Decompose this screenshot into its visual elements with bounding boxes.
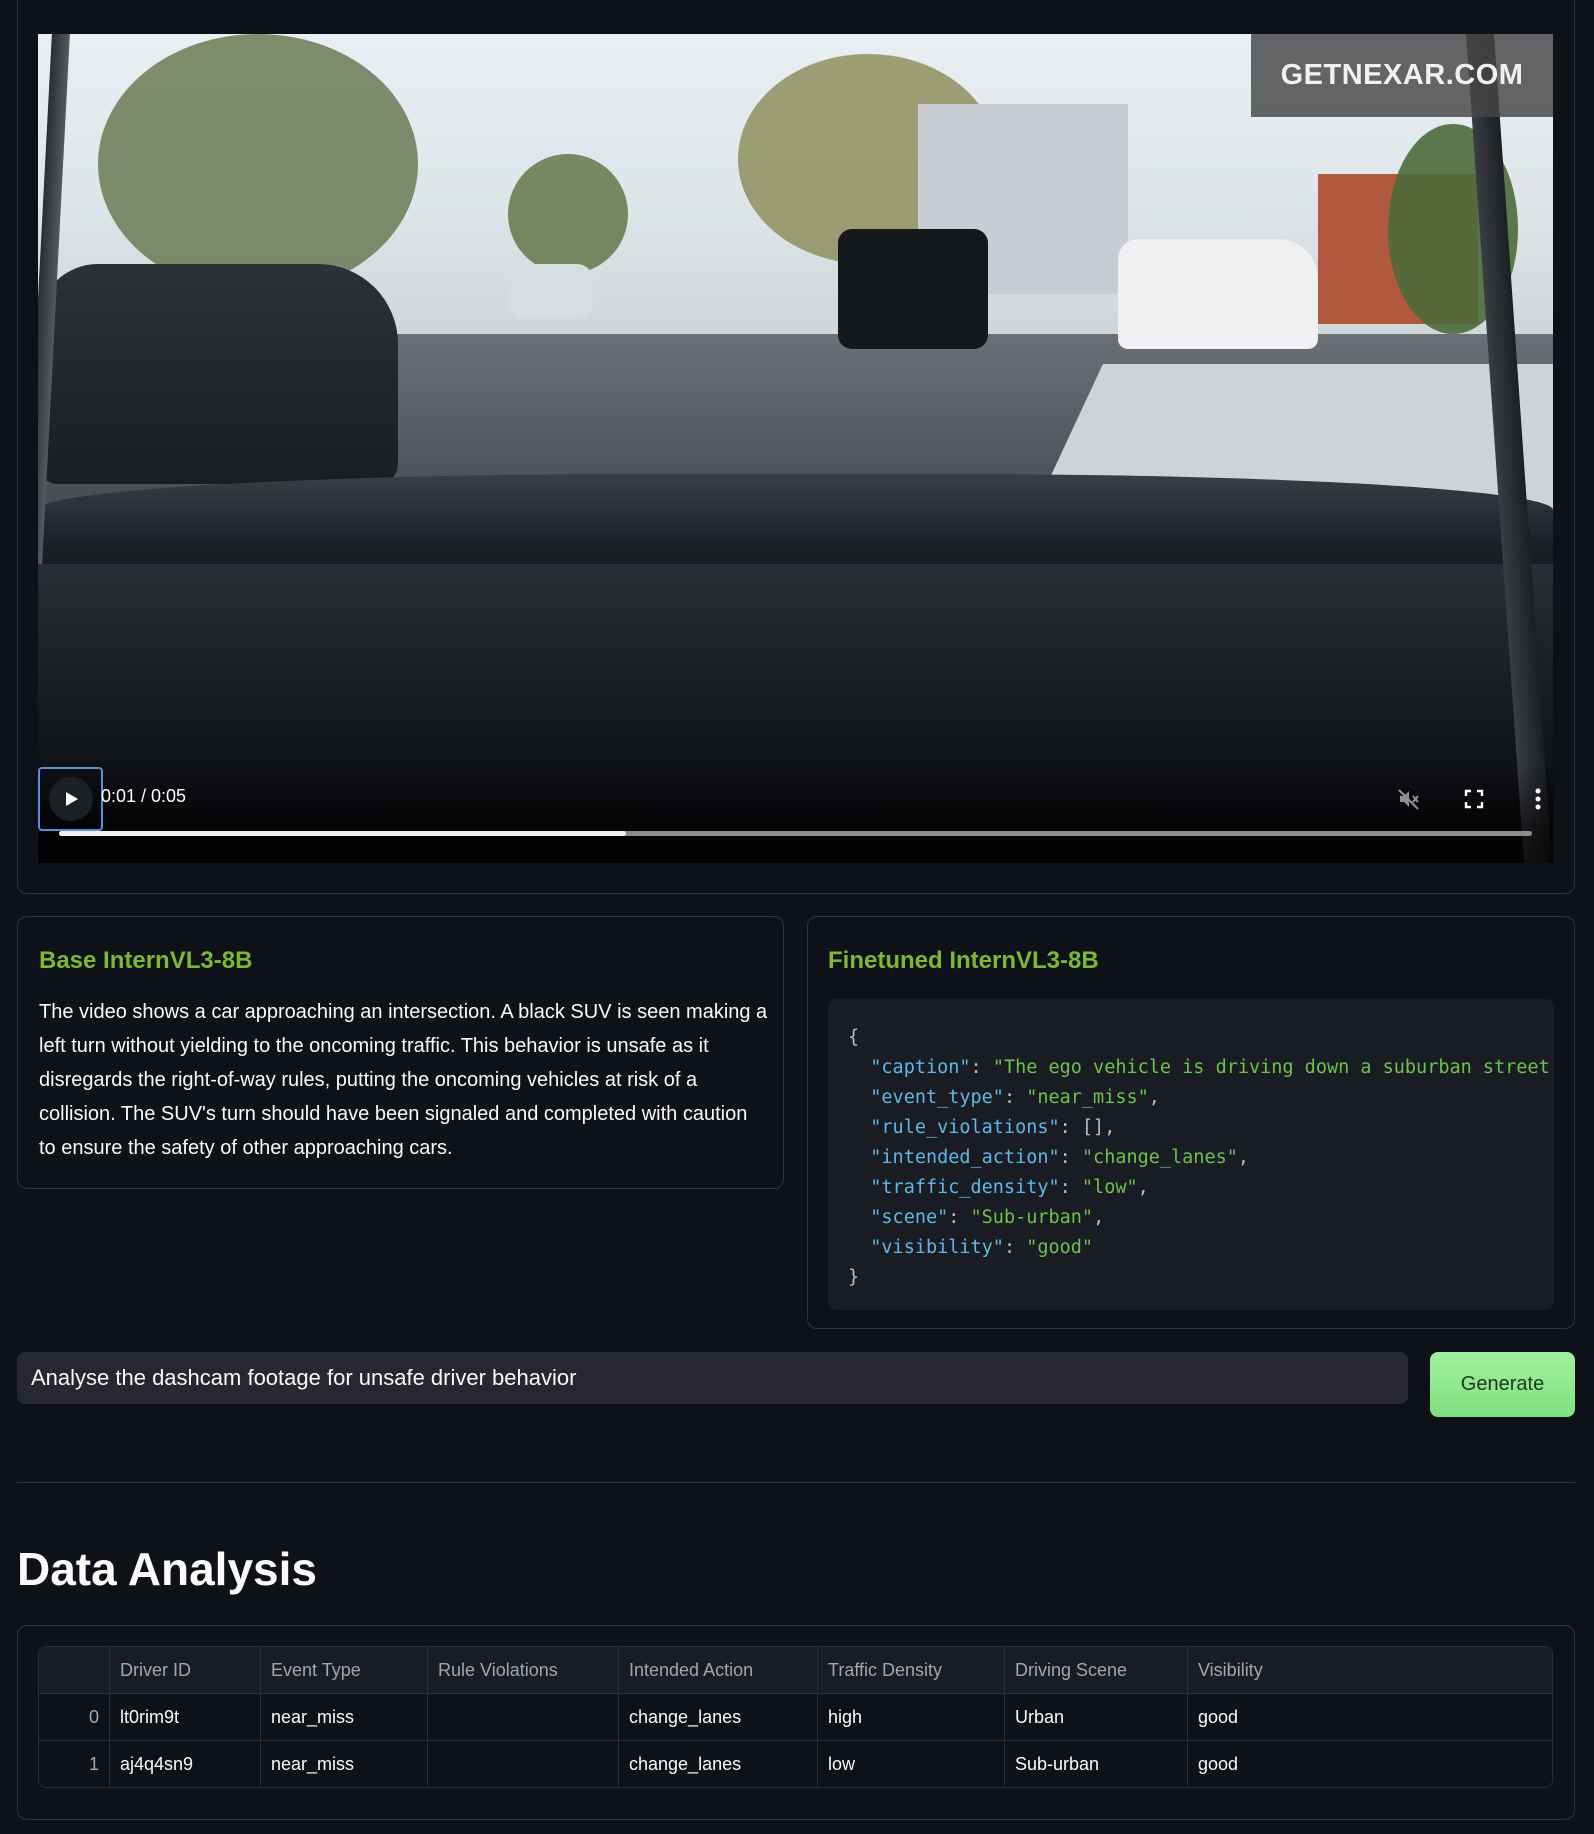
- fullscreen-icon: [1464, 789, 1484, 809]
- cell-visibility[interactable]: good: [1187, 1693, 1552, 1741]
- column-header-rule-violations[interactable]: Rule Violations: [427, 1647, 619, 1694]
- json-key: "caption": [870, 1057, 971, 1078]
- json-value: []: [1081, 1117, 1105, 1138]
- row-index: 1: [39, 1740, 110, 1787]
- json-key: "intended_action": [870, 1147, 1060, 1168]
- play-icon: [48, 777, 93, 821]
- json-value: "change_lanes": [1081, 1147, 1238, 1168]
- cell-intended-action[interactable]: change_lanes: [618, 1740, 818, 1787]
- column-header-event-type[interactable]: Event Type: [260, 1647, 428, 1694]
- video-frame-black-suv: [838, 229, 988, 349]
- fullscreen-button[interactable]: [1459, 784, 1489, 814]
- cell-rule-violations[interactable]: [427, 1740, 619, 1787]
- cell-traffic-density[interactable]: high: [817, 1693, 1005, 1741]
- data-analysis-heading: Data Analysis: [17, 1543, 317, 1595]
- column-header-visibility[interactable]: Visibility: [1187, 1647, 1552, 1694]
- json-key: "rule_violations": [870, 1117, 1060, 1138]
- more-options-icon: [1535, 788, 1541, 810]
- json-brace: {: [848, 1027, 860, 1048]
- cell-traffic-density[interactable]: low: [817, 1740, 1005, 1787]
- watermark: GETNEXAR.COM: [1251, 34, 1553, 117]
- video-progress-fill: [59, 831, 627, 836]
- video-frame-car: [508, 264, 593, 319]
- json-output-block: { "caption": "The ego vehicle is driving…: [828, 999, 1554, 1310]
- json-value: "The ego vehicle is driving down a subur…: [992, 1057, 1550, 1078]
- cell-event-type[interactable]: near_miss: [260, 1740, 428, 1787]
- json-key: "visibility": [870, 1237, 1004, 1258]
- json-value: "low": [1081, 1177, 1138, 1198]
- table-header-row: Driver ID Event Type Rule Violations Int…: [39, 1647, 1552, 1694]
- json-key: "scene": [870, 1207, 949, 1228]
- mute-icon: [1398, 789, 1419, 810]
- video-controls: [38, 763, 1553, 863]
- json-value: "Sub-urban": [970, 1207, 1094, 1228]
- cell-intended-action[interactable]: change_lanes: [618, 1693, 818, 1741]
- cell-rule-violations[interactable]: [427, 1693, 619, 1741]
- cell-driver-id[interactable]: lt0rim9t: [109, 1693, 261, 1741]
- mute-button[interactable]: [1394, 784, 1424, 814]
- video-frame-tree: [98, 34, 418, 294]
- column-header-traffic-density[interactable]: Traffic Density: [817, 1647, 1005, 1694]
- divider: [17, 1482, 1575, 1483]
- base-model-title: Base InternVL3-8B: [39, 947, 253, 974]
- play-button[interactable]: [38, 767, 103, 831]
- prompt-input[interactable]: Analyse the dashcam footage for unsafe d…: [17, 1352, 1408, 1404]
- json-brace: }: [848, 1267, 860, 1288]
- column-header-intended-action[interactable]: Intended Action: [618, 1647, 818, 1694]
- base-model-card: Base InternVL3-8B The video shows a car …: [17, 916, 784, 1189]
- cell-driver-id[interactable]: aj4q4sn9: [109, 1740, 261, 1787]
- base-model-output: The video shows a car approaching an int…: [39, 1001, 768, 1159]
- column-header-index[interactable]: [39, 1647, 110, 1694]
- json-key: "event_type": [870, 1087, 1004, 1108]
- video-frame-parked-van: [38, 264, 398, 484]
- json-value: "good": [1026, 1237, 1094, 1258]
- finetuned-model-title: Finetuned InternVL3-8B: [828, 947, 1099, 974]
- table-row[interactable]: 0 lt0rim9t near_miss change_lanes high U…: [39, 1693, 1552, 1741]
- data-table-card: Driver ID Event Type Rule Violations Int…: [17, 1625, 1575, 1820]
- cell-driving-scene[interactable]: Urban: [1004, 1693, 1188, 1741]
- finetuned-model-card: Finetuned InternVL3-8B { "caption": "The…: [807, 916, 1575, 1329]
- more-options-button[interactable]: [1523, 784, 1553, 814]
- cell-visibility[interactable]: good: [1187, 1740, 1552, 1787]
- table-row[interactable]: 1 aj4q4sn9 near_miss change_lanes low Su…: [39, 1740, 1552, 1787]
- json-key: "traffic_density": [870, 1177, 1060, 1198]
- dashcam-video-player[interactable]: GETNEXAR.COM 0:01 / 0:05: [38, 34, 1553, 863]
- row-index: 0: [39, 1693, 110, 1741]
- data-table[interactable]: Driver ID Event Type Rule Violations Int…: [38, 1646, 1553, 1788]
- video-frame-tree: [508, 154, 628, 274]
- video-progress-bar[interactable]: [59, 831, 1532, 836]
- cell-driving-scene[interactable]: Sub-urban: [1004, 1740, 1188, 1787]
- json-value: "near_miss": [1026, 1087, 1149, 1108]
- video-time: 0:01 / 0:05: [101, 786, 187, 806]
- video-frame-white-suv: [1118, 239, 1318, 349]
- column-header-driver-id[interactable]: Driver ID: [109, 1647, 261, 1694]
- prompt-input-value: Analyse the dashcam footage for unsafe d…: [31, 1365, 577, 1390]
- generate-button[interactable]: Generate: [1430, 1352, 1575, 1417]
- column-header-driving-scene[interactable]: Driving Scene: [1004, 1647, 1188, 1694]
- cell-event-type[interactable]: near_miss: [260, 1693, 428, 1741]
- json-output-code: { "caption": "The ego vehicle is driving…: [848, 1027, 1550, 1288]
